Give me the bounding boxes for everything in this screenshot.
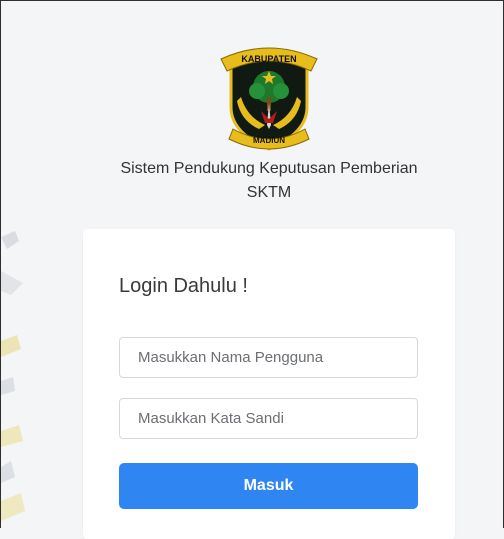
login-card: Login Dahulu ! Masuk [83, 229, 455, 539]
login-submit-button[interactable]: Masuk [119, 463, 418, 509]
username-input[interactable] [119, 337, 418, 378]
login-page: KABUPATEN MADIUN Sistem Pendukung Keputu… [0, 0, 504, 539]
app-title-line-2: SKTM [246, 184, 292, 201]
app-title: Sistem Pendukung Keputusan Pemberian SKT… [61, 157, 477, 205]
app-title-line-1: Sistem Pendukung Keputusan Pemberian [120, 160, 418, 177]
svg-text:MADIUN: MADIUN [253, 136, 285, 145]
background-watermark [1, 231, 27, 529]
login-heading: Login Dahulu ! [119, 275, 248, 297]
password-input[interactable] [119, 398, 418, 439]
kabupaten-madiun-logo: KABUPATEN MADIUN [213, 37, 325, 153]
svg-text:KABUPATEN: KABUPATEN [241, 54, 296, 64]
